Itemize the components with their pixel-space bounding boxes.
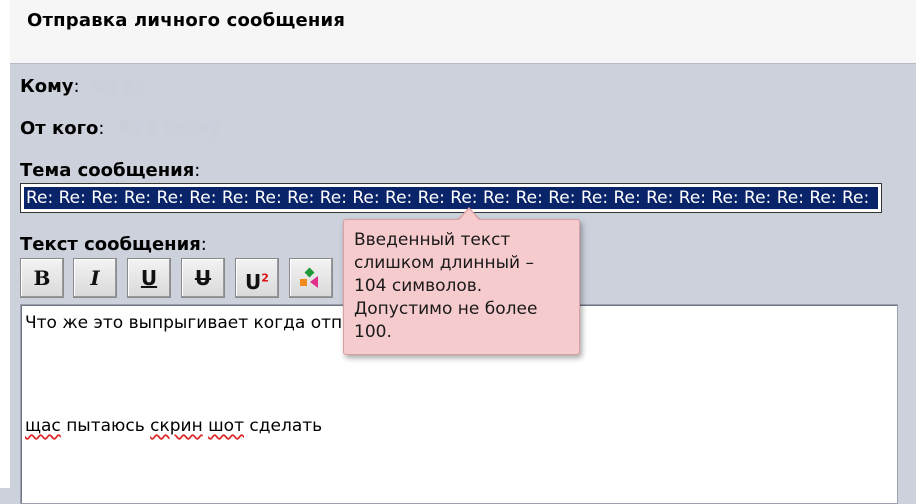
tooltip-arrow-fill xyxy=(459,209,479,220)
italic-button[interactable]: I xyxy=(73,258,117,298)
underline-icon: U xyxy=(140,266,158,290)
subject-selected-text[interactable]: Re: Re: Re: Re: Re: Re: Re: Re: Re: Re: … xyxy=(24,187,878,209)
strikethrough-button[interactable]: U xyxy=(181,258,225,298)
misspelled-word: шот xyxy=(208,416,244,436)
bold-button[interactable]: B xyxy=(20,258,64,298)
from-row: От кого: Rx Y Vxxxy xyxy=(20,118,220,139)
tooltip-text: Введенный текст слишком длинный – 104 си… xyxy=(354,230,538,342)
subject-row: Тема сообщения: xyxy=(20,160,201,181)
superscript-button[interactable]: U2 xyxy=(235,258,279,298)
palette-icon xyxy=(300,267,318,288)
superscript-icon: U2 xyxy=(245,269,269,294)
color-button[interactable] xyxy=(289,258,333,298)
misspelled-word: скрин xyxy=(150,416,203,436)
bold-icon: B xyxy=(33,266,51,290)
page-title: Отправка личного сообщения xyxy=(27,10,346,31)
left-edge xyxy=(0,0,10,488)
italic-icon: I xyxy=(90,266,100,290)
validation-tooltip: Введенный текст слишком длинный – 104 си… xyxy=(343,219,580,355)
from-label: От кого xyxy=(20,118,99,139)
message-label: Текст сообщения xyxy=(20,234,201,255)
message-line-2: щас пытаюсь скрин шот сделать xyxy=(25,416,322,436)
to-value: Vx Yz xyxy=(93,76,144,97)
header: Отправка личного сообщения xyxy=(10,0,916,64)
to-label: Кому xyxy=(20,76,74,97)
subject-input[interactable]: Re: Re: Re: Re: Re: Re: Re: Re: Re: Re: … xyxy=(20,183,882,213)
from-value: Rx Y Vxxxy xyxy=(118,118,220,139)
strikethrough-icon: U xyxy=(194,266,212,290)
message-word: сделать xyxy=(249,416,323,436)
misspelled-word: щас xyxy=(25,416,61,436)
underline-button[interactable]: U xyxy=(127,258,171,298)
message-word: пытаюсь xyxy=(66,416,145,436)
subject-label: Тема сообщения xyxy=(20,160,195,181)
message-row: Текст сообщения: xyxy=(20,234,207,255)
to-row: Кому: Vx Yz xyxy=(20,76,144,97)
